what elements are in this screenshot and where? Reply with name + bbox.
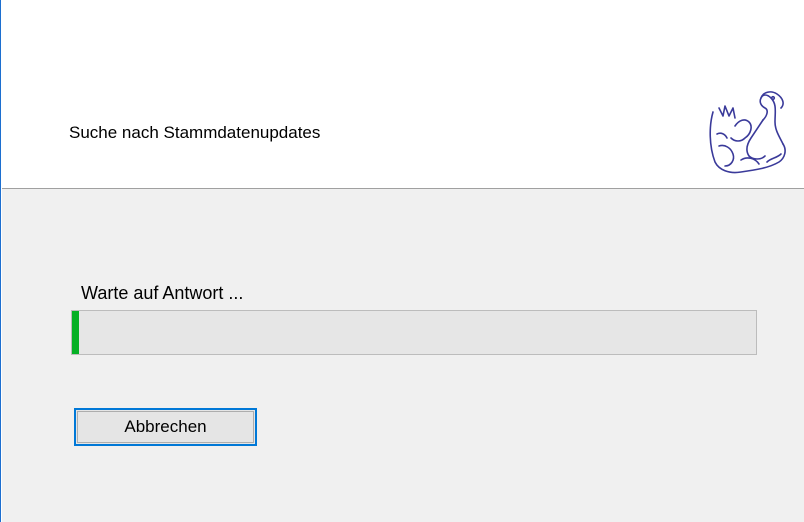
dialog-header: Suche nach Stammdatenupdates: [2, 0, 804, 189]
dragon-logo-icon: [709, 91, 786, 174]
update-dialog: Suche nach Stammdatenupdates Warte auf A…: [0, 0, 804, 522]
progress-bar-fill: [72, 311, 79, 354]
progress-bar: [71, 310, 757, 355]
cancel-button-label: Abbrechen: [77, 411, 254, 443]
cancel-button[interactable]: Abbrechen: [74, 408, 257, 446]
dialog-content: Warte auf Antwort ... Abbrechen: [2, 189, 804, 522]
dialog-title: Suche nach Stammdatenupdates: [69, 123, 321, 142]
status-text: Warte auf Antwort ...: [81, 283, 244, 303]
